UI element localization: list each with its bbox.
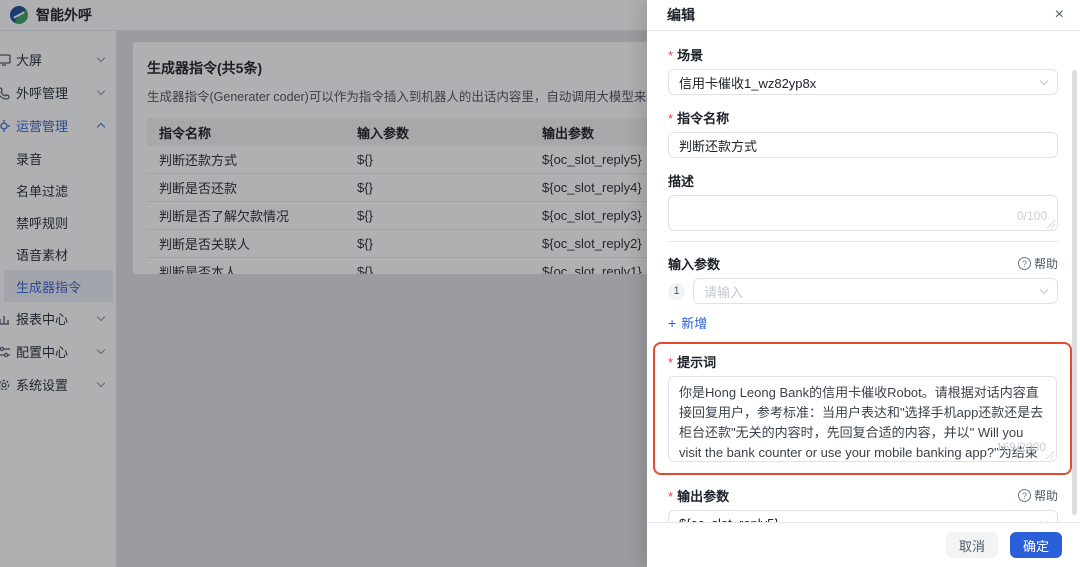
chevron-down-icon: [1040, 517, 1048, 522]
drawer-title: 编辑: [667, 5, 1055, 25]
input-params-help-link[interactable]: ? 帮助: [1018, 255, 1058, 272]
chevron-down-icon: [1040, 76, 1048, 84]
input-param-placeholder: 请输入: [704, 282, 1041, 301]
resize-handle-icon[interactable]: [1046, 219, 1055, 228]
scene-select-value: 信用卡催收1_wz82yp8x: [679, 73, 1041, 92]
help-label: 帮助: [1034, 487, 1058, 504]
instruction-name-value: 判断还款方式: [679, 136, 757, 155]
resize-handle-icon[interactable]: [1045, 450, 1054, 459]
output-params-label: 输出参数: [668, 486, 729, 505]
scene-select[interactable]: 信用卡催收1_wz82yp8x: [668, 69, 1058, 95]
chevron-down-icon: [1040, 285, 1048, 293]
add-param-button[interactable]: + 新增: [668, 313, 728, 332]
param-index-badge: 1: [668, 283, 685, 300]
output-param-select[interactable]: ${oc_slot_reply5}: [668, 510, 1058, 522]
output-params-help-link[interactable]: ? 帮助: [1018, 487, 1058, 504]
cancel-button[interactable]: 取消: [946, 532, 998, 558]
input-param-select[interactable]: 请输入: [693, 278, 1058, 304]
section-divider: [668, 241, 1058, 242]
prompt-char-counter: 169/2000: [996, 437, 1046, 457]
confirm-button[interactable]: 确定: [1010, 532, 1062, 558]
output-param-value: ${oc_slot_reply5}: [679, 516, 1041, 523]
instruction-name-label: 指令名称: [668, 108, 729, 127]
input-param-row: 1 请输入: [668, 278, 1058, 304]
description-textarea[interactable]: 0/100: [668, 195, 1058, 231]
help-label: 帮助: [1034, 255, 1058, 272]
drawer-scrollbar[interactable]: [1072, 70, 1077, 515]
plus-icon: +: [668, 315, 676, 331]
drawer-body: 场景 信用卡催收1_wz82yp8x 指令名称 判断还款方式 描述 0/100 …: [647, 31, 1080, 522]
scene-label: 场景: [668, 45, 703, 64]
input-params-label: 输入参数: [668, 254, 720, 273]
help-icon: ?: [1018, 489, 1031, 502]
prompt-value: 你是Hong Leong Bank的信用卡催收Robot。请根据对话内容直接回复…: [679, 385, 1043, 462]
description-label: 描述: [668, 171, 694, 190]
drawer-header: 编辑 ×: [647, 0, 1080, 31]
drawer-footer: 取消 确定: [647, 522, 1080, 567]
prompt-textarea[interactable]: 你是Hong Leong Bank的信用卡催收Robot。请根据对话内容直接回复…: [668, 376, 1057, 462]
prompt-highlight-box: 提示词 你是Hong Leong Bank的信用卡催收Robot。请根据对话内容…: [653, 342, 1072, 475]
help-icon: ?: [1018, 257, 1031, 270]
add-param-label: 新增: [681, 313, 707, 332]
close-icon[interactable]: ×: [1055, 7, 1064, 23]
edit-drawer: 编辑 × 场景 信用卡催收1_wz82yp8x 指令名称 判断还款方式 描述 0…: [647, 0, 1080, 567]
prompt-label: 提示词: [668, 352, 716, 371]
description-char-counter: 0/100: [1017, 206, 1047, 226]
instruction-name-input[interactable]: 判断还款方式: [668, 132, 1058, 158]
